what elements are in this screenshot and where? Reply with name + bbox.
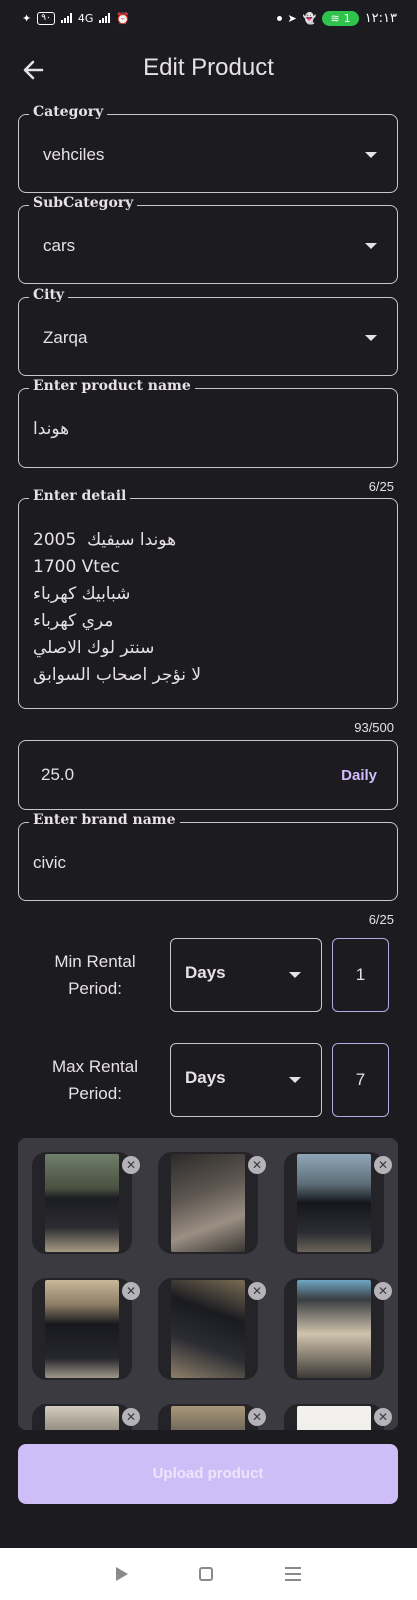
detail-text: هوندا سيفيك 2005 1700 Vtec شبابيك كهرباء… — [33, 527, 201, 689]
category-dropdown[interactable]: Category vehciles — [18, 104, 398, 193]
wifi-icon: ≋ — [330, 11, 340, 25]
network-type: 4G — [77, 11, 94, 25]
page-title: Edit Product — [143, 54, 274, 81]
detail-line: لا نؤجر اصحاب السوابق — [33, 665, 202, 685]
detail-line: هوندا سيفيك 2005 — [33, 530, 177, 550]
snapchat-icon: 👻 — [302, 11, 317, 25]
product-image-tile[interactable]: ✕ — [284, 1404, 392, 1430]
brand-name-label: Enter brand name — [29, 812, 180, 828]
upload-product-button[interactable]: Upload product — [18, 1444, 398, 1504]
status-icons-left: ✦ ٩٠ 4G ⏰ — [22, 11, 131, 25]
product-name-value: هوندا — [33, 419, 70, 438]
close-icon[interactable]: ✕ — [248, 1156, 266, 1174]
min-rental-unit: Days — [185, 963, 226, 982]
chevron-down-icon — [365, 335, 377, 341]
price-unit[interactable]: Daily — [341, 767, 377, 784]
signal-icon — [60, 13, 72, 23]
chevron-down-icon — [289, 972, 301, 978]
detail-label: Enter detail — [29, 488, 131, 504]
status-bar: ✦ ٩٠ 4G ⏰ ➤ 👻 ≋ 1 ١٢:١٣ — [0, 0, 417, 36]
back-triangle-icon[interactable] — [115, 1567, 128, 1581]
home-square-icon[interactable] — [199, 1567, 214, 1581]
product-image-tile[interactable]: ✕ — [158, 1278, 266, 1380]
subcategory-value: cars — [43, 236, 76, 255]
telegram-icon: ➤ — [287, 11, 297, 25]
detail-line: سنتر لوك الاصلي — [33, 638, 155, 658]
detail-line: شبابيك كهرباء — [33, 584, 131, 604]
product-images-grid[interactable]: ✕ ✕ ✕ ✕ ✕ ✕ ✕ ✕ ✕ — [18, 1138, 398, 1430]
category-label: Category — [29, 104, 108, 120]
status-icons-right: ➤ 👻 ≋ 1 ١٢:١٣ — [276, 10, 397, 26]
car-photo — [45, 1406, 119, 1430]
product-image-tile[interactable]: ✕ — [284, 1152, 392, 1254]
min-rental-unit-dropdown[interactable]: Days — [170, 938, 322, 1012]
detail-line: 1700 Vtec — [33, 557, 120, 577]
alarm-icon: ⏰ — [116, 11, 131, 25]
detail-input[interactable]: Enter detail هوندا سيفيك 2005 1700 Vtec … — [18, 488, 398, 709]
car-photo — [171, 1406, 245, 1430]
max-rental-unit: Days — [185, 1068, 226, 1087]
wifi-badge-count: 1 — [343, 11, 351, 25]
price-value: 25.0 — [41, 765, 75, 784]
close-icon[interactable]: ✕ — [248, 1408, 266, 1426]
max-rental-value-input[interactable]: 7 — [332, 1043, 389, 1117]
car-photo — [171, 1154, 245, 1252]
close-icon[interactable]: ✕ — [374, 1408, 392, 1426]
recents-menu-icon[interactable] — [285, 1567, 302, 1581]
product-name-input[interactable]: Enter product name هوندا — [18, 378, 398, 468]
car-photo — [297, 1154, 371, 1252]
car-photo — [297, 1406, 371, 1430]
close-icon[interactable]: ✕ — [374, 1156, 392, 1174]
max-rental-unit-dropdown[interactable]: Days — [170, 1043, 322, 1117]
car-photo — [171, 1280, 245, 1378]
city-value: Zarqa — [43, 328, 88, 347]
min-rental-value-input[interactable]: 1 — [332, 938, 389, 1012]
product-image-tile[interactable]: ✕ — [32, 1404, 140, 1430]
close-icon[interactable]: ✕ — [122, 1156, 140, 1174]
detail-line: مري كهرباء — [33, 611, 114, 631]
product-image-tile[interactable]: ✕ — [32, 1278, 140, 1380]
product-image-tile[interactable]: ✕ — [284, 1278, 392, 1380]
close-icon[interactable]: ✕ — [122, 1408, 140, 1426]
brand-name-input[interactable]: Enter brand name civic — [18, 812, 398, 901]
chevron-down-icon — [289, 1077, 301, 1083]
status-time: ١٢:١٣ — [364, 10, 397, 26]
product-image-tile[interactable]: ✕ — [32, 1152, 140, 1254]
product-name-label: Enter product name — [29, 378, 195, 394]
car-photo — [297, 1280, 371, 1378]
battery-icon: ٩٠ — [37, 11, 55, 25]
product-name-counter: 6/25 — [368, 479, 394, 494]
close-icon[interactable]: ✕ — [122, 1282, 140, 1300]
min-rental-label: Min Rental Period: — [54, 952, 136, 998]
signal-icon-2 — [99, 13, 111, 23]
car-photo — [45, 1280, 119, 1378]
city-dropdown[interactable]: City Zarqa — [18, 287, 398, 376]
notification-dot-icon — [276, 15, 282, 21]
product-image-tile[interactable]: ✕ — [158, 1404, 266, 1430]
bluetooth-icon: ✦ — [22, 11, 32, 25]
close-icon[interactable]: ✕ — [248, 1282, 266, 1300]
chevron-down-icon — [365, 243, 377, 249]
brand-name-counter: 6/25 — [368, 912, 394, 927]
product-image-tile[interactable]: ✕ — [158, 1152, 266, 1254]
category-value: vehciles — [43, 145, 105, 164]
subcategory-label: SubCategory — [29, 195, 138, 211]
city-label: City — [29, 287, 69, 303]
car-photo — [45, 1154, 119, 1252]
close-icon[interactable]: ✕ — [374, 1282, 392, 1300]
wifi-badge: ≋ 1 — [322, 10, 359, 26]
subcategory-dropdown[interactable]: SubCategory cars — [18, 195, 398, 284]
detail-counter: 93/500 — [354, 720, 394, 735]
chevron-down-icon — [365, 152, 377, 158]
system-nav-bar — [0, 1548, 417, 1600]
price-input[interactable]: 25.0 Daily — [18, 740, 398, 810]
app-bar: Edit Product — [0, 46, 417, 94]
brand-name-value: civic — [33, 853, 67, 872]
max-rental-label: Max Rental Period: — [52, 1057, 138, 1103]
